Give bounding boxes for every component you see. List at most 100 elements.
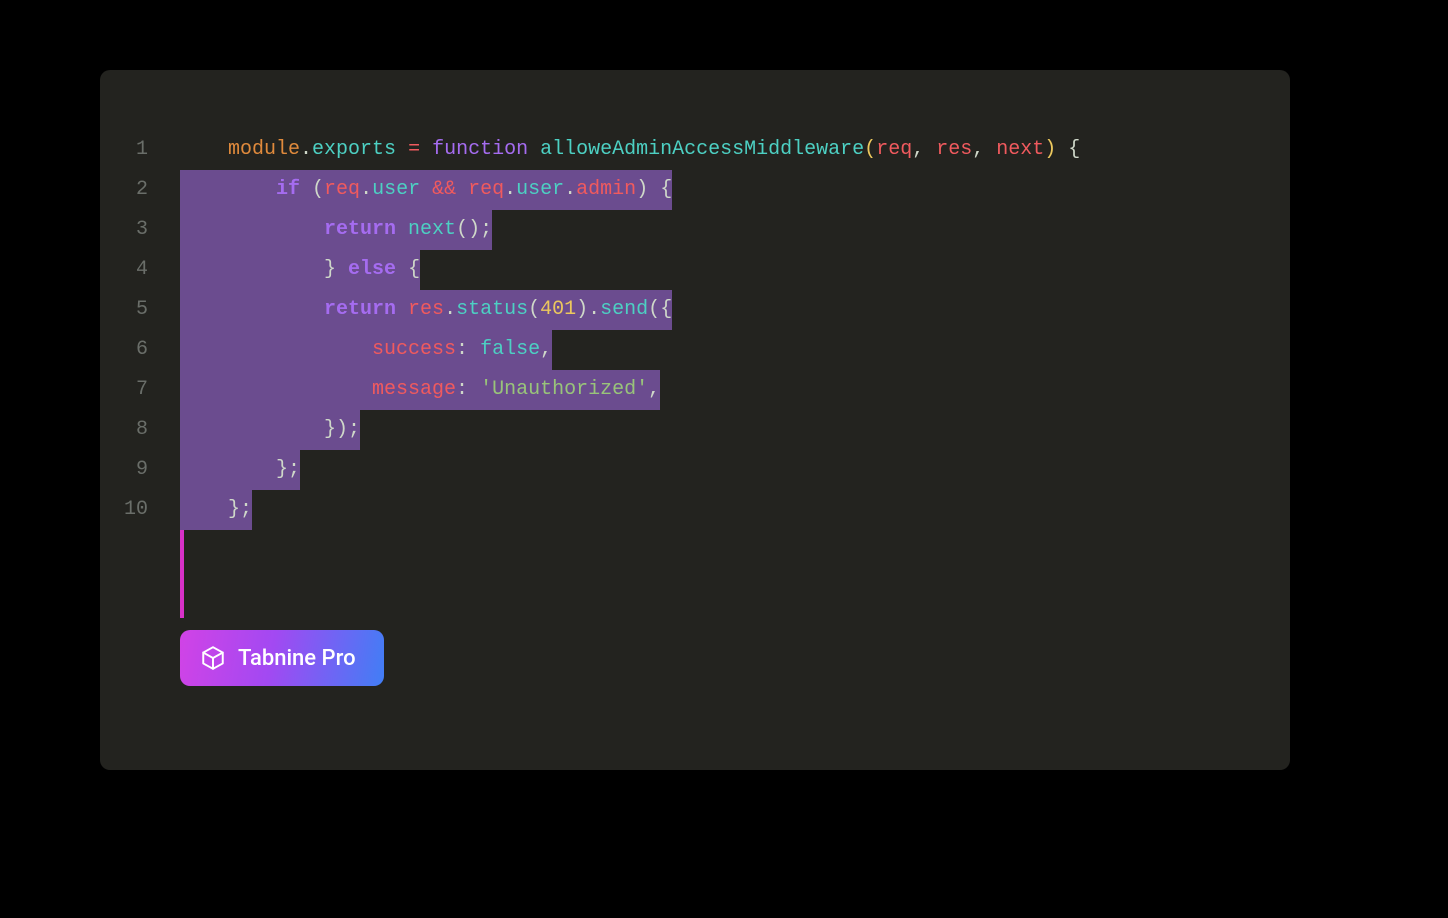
token: next [996,130,1044,170]
token: false [480,330,540,370]
token: 401 [540,290,576,330]
code-content: } else { [180,250,420,290]
token: ( [648,290,660,330]
token: user [516,170,564,210]
token: admin [576,170,636,210]
code-line[interactable]: 3 return next(); [100,210,1290,250]
indent [180,330,372,370]
indent [180,210,324,250]
code-content: module.exports = function alloweAdminAcc… [180,130,1080,170]
token: ) [576,290,588,330]
code-line[interactable]: 4 } else { [100,250,1290,290]
token: = [396,130,432,170]
token: else [336,250,408,290]
indent [180,130,228,170]
line-number: 3 [100,210,148,250]
code-editor[interactable]: 1 module.exports = function alloweAdminA… [100,70,1290,770]
token: req [876,130,912,170]
code-content: success: false, [180,330,552,370]
token: if [276,170,312,210]
badge-label: Tabnine Pro [238,646,356,671]
line-number: 7 [100,370,148,410]
indent [180,170,276,210]
line-number: 6 [100,330,148,370]
token: . [300,130,312,170]
token: { [1056,130,1080,170]
token: ( [312,170,324,210]
token: : [456,330,480,370]
token: && [420,170,468,210]
code-line[interactable]: 9 }; [100,450,1290,490]
code-line[interactable]: 5 return res.status(401).send({ [100,290,1290,330]
token: } [324,250,336,290]
token: } [228,490,240,530]
line-number: 9 [100,450,148,490]
token: { [660,290,672,330]
indent [180,450,276,490]
token: req [468,170,504,210]
token: res [408,290,444,330]
token: , [540,330,552,370]
tabnine-logo-icon [200,645,226,671]
line-number: 1 [100,130,148,170]
indent [180,290,324,330]
code-lines: 1 module.exports = function alloweAdminA… [100,130,1290,530]
code-content: }; [180,450,300,490]
token: { [648,170,672,210]
token: : [456,370,480,410]
token: req [324,170,360,210]
token: return [324,290,408,330]
token: function [432,130,540,170]
token: { [408,250,420,290]
token: , [972,130,996,170]
line-number: 2 [100,170,148,210]
token: . [564,170,576,210]
code-line[interactable]: 8 }); [100,410,1290,450]
token: module [228,130,300,170]
token: ) [636,170,648,210]
line-number: 8 [100,410,148,450]
token: ( [528,290,540,330]
code-line[interactable]: 2 if (req.user && req.user.admin) { [100,170,1290,210]
token: exports [312,130,396,170]
indent [180,250,324,290]
token: 'Unauthorized' [480,370,648,410]
token: . [504,170,516,210]
token: . [360,170,372,210]
token: ; [288,450,300,490]
token: . [588,290,600,330]
line-number: 4 [100,250,148,290]
indent [180,370,372,410]
code-line[interactable]: 6 success: false, [100,330,1290,370]
code-line[interactable]: 7 message: 'Unauthorized', [100,370,1290,410]
code-content: if (req.user && req.user.admin) { [180,170,672,210]
token: next [408,210,456,250]
token: ( [864,130,876,170]
token: , [912,130,936,170]
token: , [648,370,660,410]
token: send [600,290,648,330]
line-number: 10 [100,490,148,530]
token: () [456,210,480,250]
indent [180,490,228,530]
code-content: return next(); [180,210,492,250]
token: ; [348,410,360,450]
token: ) [1044,130,1056,170]
token: alloweAdminAccessMiddleware [540,130,864,170]
code-line[interactable]: 10 }; [100,490,1290,530]
token: return [324,210,408,250]
token: res [936,130,972,170]
token: } [276,450,288,490]
code-content: }); [180,410,360,450]
code-content: message: 'Unauthorized', [180,370,660,410]
code-content: return res.status(401).send({ [180,290,672,330]
code-line[interactable]: 1 module.exports = function alloweAdminA… [100,130,1290,170]
token: user [372,170,420,210]
code-content: }; [180,490,252,530]
tabnine-pro-badge[interactable]: Tabnine Pro [180,630,384,686]
token: . [444,290,456,330]
line-number: 5 [100,290,148,330]
token: ; [240,490,252,530]
token: message [372,370,456,410]
indent [180,410,324,450]
